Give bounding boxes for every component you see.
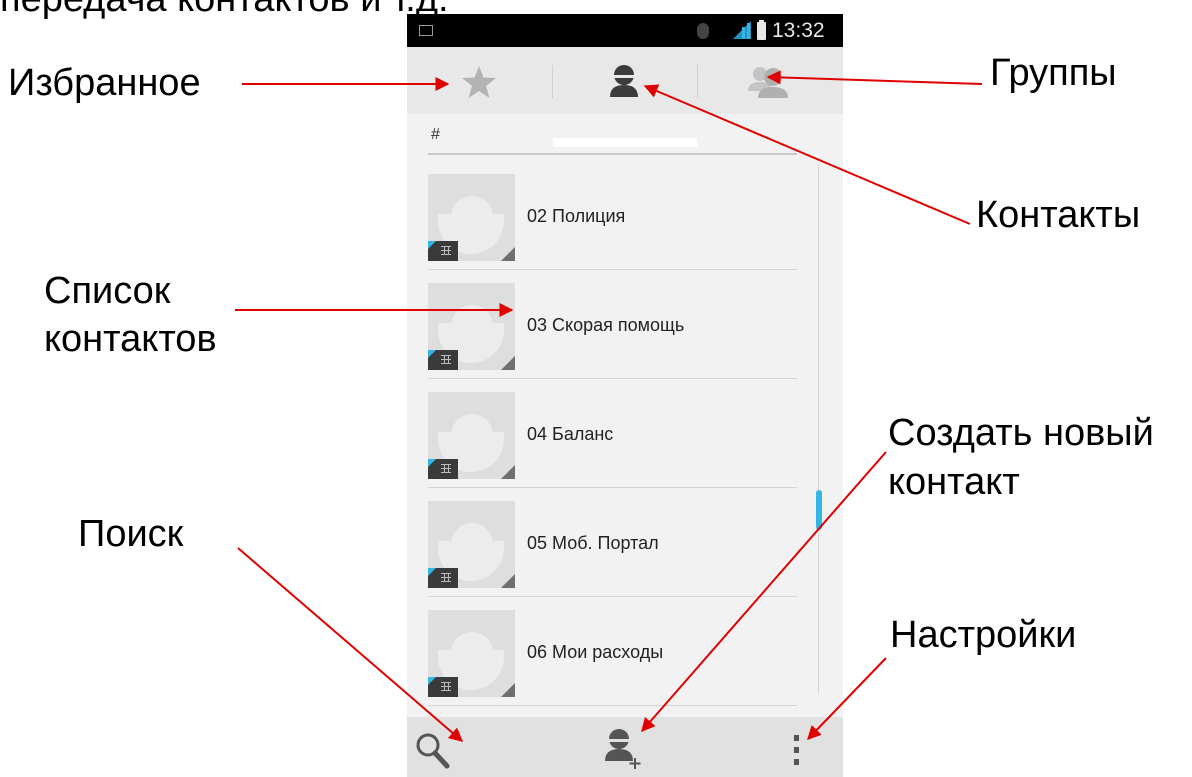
scrollbar-thumb[interactable]: [816, 490, 822, 530]
label-favorites: Избранное: [8, 62, 201, 104]
tab-contacts[interactable]: [552, 47, 697, 114]
label-contact-list-line2: контактов: [44, 318, 217, 360]
status-time: 13:32: [772, 19, 825, 42]
quick-contact-badge-icon: [428, 241, 458, 261]
tab-bar: [407, 47, 843, 147]
section-divider: [428, 153, 797, 155]
scrollbar-track[interactable]: [818, 164, 819, 694]
contact-name: 05 Моб. Портал: [527, 533, 659, 553]
page-caption: передача контактов и т.д.: [0, 0, 449, 21]
bottom-action-bar: [407, 717, 843, 777]
label-create-line1: Создать новый: [888, 412, 1154, 454]
contact-row[interactable]: 03 Скорая помощь: [407, 270, 843, 379]
add-contact-icon[interactable]: [602, 728, 646, 770]
contact-row[interactable]: 06 Мои расходы: [407, 597, 843, 706]
label-groups: Группы: [990, 52, 1117, 94]
contact-avatar[interactable]: [428, 610, 515, 697]
label-settings: Настройки: [890, 614, 1077, 656]
contact-avatar[interactable]: [428, 392, 515, 479]
signal-icon: [733, 21, 751, 39]
overflow-menu-icon[interactable]: [792, 733, 802, 767]
section-header: #: [431, 126, 440, 143]
tab-favorites[interactable]: [407, 47, 552, 114]
label-contact-list-line1: Список: [44, 270, 171, 312]
quick-contact-badge-icon: [428, 459, 458, 479]
contact-avatar[interactable]: [428, 283, 515, 370]
contact-name: 04 Баланс: [527, 424, 614, 444]
tab-groups[interactable]: [697, 47, 843, 114]
contact-row[interactable]: 04 Баланс: [407, 379, 843, 488]
contact-name: 03 Скорая помощь: [527, 315, 685, 335]
battery-icon: [757, 20, 766, 40]
person-icon: [610, 65, 638, 97]
status-bar: 13:32: [407, 14, 843, 47]
group-icon: [748, 67, 788, 98]
quick-contact-badge-icon: [428, 677, 458, 697]
image-notification-icon: [419, 25, 433, 36]
contact-name: 02 Полиция: [527, 206, 626, 226]
quick-contact-badge-icon: [428, 568, 458, 588]
contact-avatar[interactable]: [428, 501, 515, 588]
label-contacts: Контакты: [976, 194, 1141, 236]
label-create-line2: контакт: [888, 461, 1020, 503]
quick-contact-badge-icon: [428, 350, 458, 370]
contact-name: 06 Мои расходы: [527, 642, 664, 662]
selected-tab-indicator: [553, 138, 697, 147]
star-icon: [462, 66, 496, 98]
search-icon[interactable]: [415, 732, 451, 770]
phone-screen: 13:32 # 02 Полиция 03 Скорая помощь 04 Б…: [407, 14, 843, 777]
contact-avatar[interactable]: [428, 174, 515, 261]
bluetooth-icon: [697, 23, 709, 39]
contact-row[interactable]: 05 Моб. Портал: [407, 488, 843, 597]
contact-row[interactable]: 02 Полиция: [407, 161, 843, 270]
label-search: Поиск: [78, 513, 184, 555]
